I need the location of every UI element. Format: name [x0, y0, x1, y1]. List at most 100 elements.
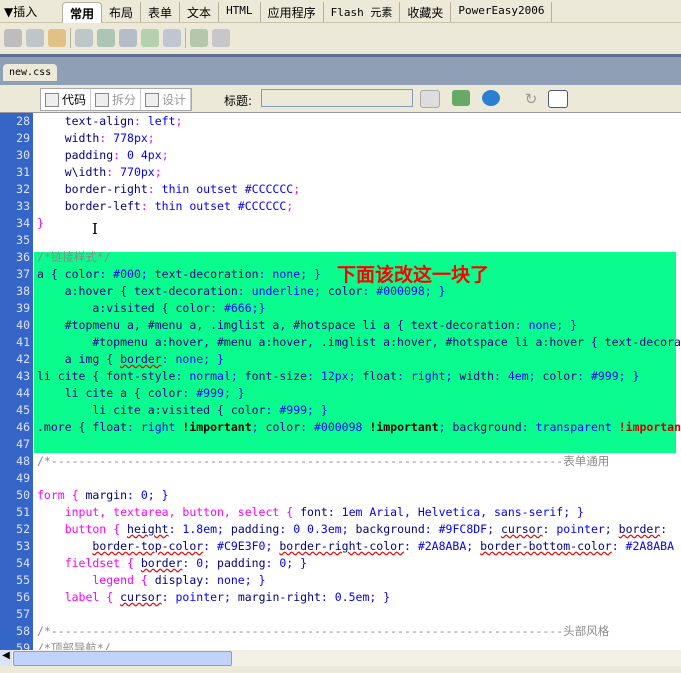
code-token: : #666;} [210, 301, 266, 315]
file-management-icon[interactable] [452, 90, 470, 106]
code-token: color [147, 386, 183, 400]
code-token: border-bottom-color [480, 539, 612, 553]
code-token: background [452, 420, 522, 434]
code-token: 0 4px [127, 148, 162, 162]
code-token: { [113, 522, 128, 536]
line-number: 29 [16, 131, 30, 145]
code-text: li cite a { color: #999; } [37, 385, 245, 402]
code-token: thin outset #CCCCCC [161, 182, 294, 196]
code-view-button[interactable]: 代码 [41, 89, 92, 110]
insert-menu-toggle[interactable]: ▼插入 [4, 3, 37, 20]
code-text: width: 778px; [37, 130, 155, 147]
anchor-icon[interactable] [48, 29, 66, 47]
code-editor[interactable]: 28 text-align: left; 29 width: 778px; 30 p… [0, 113, 681, 650]
comment-icon[interactable] [163, 29, 181, 47]
code-token: height [127, 522, 169, 536]
code-token: : 1em Arial, Helvetica, sans-serif; } [327, 505, 584, 519]
code-token: !important [369, 420, 439, 434]
refresh-icon[interactable]: ↻ [522, 90, 540, 108]
code-token: : normal; [175, 369, 245, 383]
line-number: 41 [16, 335, 30, 349]
line-number: 49 [16, 471, 30, 485]
code-token: ; [154, 165, 162, 179]
document-tab[interactable]: new.css [3, 64, 58, 81]
insert-tab[interactable]: 文本 [180, 2, 220, 22]
code-text: /*顶部导航*/ [37, 640, 111, 650]
code-token: : 0 0.3em; [279, 522, 356, 536]
line-number: 31 [16, 165, 30, 179]
code-token: a:visited { [37, 301, 176, 315]
split-view-label: 拆分 [112, 93, 137, 107]
code-token: : #C9E3F0; [203, 539, 280, 553]
code-token: border [140, 556, 183, 570]
insert-tab[interactable]: 常用 [62, 2, 103, 23]
document-tab-band [0, 54, 681, 87]
code-text: a img { border: none; } [37, 351, 224, 368]
view-options-icon[interactable] [548, 90, 568, 108]
code-token: font [300, 505, 328, 519]
code-token: w\idth [37, 165, 107, 179]
insert-tab[interactable]: 收藏夹 [400, 2, 452, 22]
code-token: legend [37, 573, 141, 587]
preview-globe-icon[interactable] [482, 90, 500, 106]
insert-tab[interactable]: HTML [219, 2, 261, 22]
split-view-button[interactable]: 拆分 [91, 89, 142, 110]
tag-chooser-icon[interactable] [212, 29, 230, 47]
code-token: : underline; [237, 284, 328, 298]
hyperlink-icon[interactable] [4, 29, 22, 47]
code-token: border-top-color [92, 539, 204, 553]
code-text: li cite { font-style: normal; font-size:… [37, 368, 639, 385]
browser-check-icon[interactable] [420, 90, 440, 108]
code-token: text-decoration [410, 318, 515, 332]
code-token: .more { [37, 420, 93, 434]
date-icon[interactable] [141, 29, 159, 47]
code-token: !important [182, 420, 252, 434]
insert-tab[interactable]: 应用程序 [261, 2, 324, 22]
code-token: color [175, 301, 211, 315]
code-text: label { cursor: pointer; margin-right: 0… [37, 589, 390, 606]
code-token: : #999; } [182, 386, 245, 400]
title-label: 标题: [224, 94, 253, 108]
insert-tab[interactable]: 布局 [102, 2, 142, 22]
design-view-button[interactable]: 设计 [141, 89, 192, 110]
email-icon[interactable] [26, 29, 44, 47]
line-number: 43 [16, 369, 30, 383]
code-text: li cite a:visited { color: #999; } [37, 402, 327, 419]
code-token: thin outset #CCCCCC [154, 199, 287, 213]
insert-tab[interactable]: PowerEasy2006 [451, 2, 553, 22]
line-number: 53 [16, 539, 30, 553]
code-text: border-left: thin outset #CCCCCC; [37, 198, 294, 215]
code-token: margin-right [237, 590, 321, 604]
code-token: ; [175, 114, 183, 128]
line-number: 47 [16, 437, 30, 451]
code-token: : #000098 [300, 420, 370, 434]
code-token: } [37, 216, 44, 230]
code-text: } [37, 215, 44, 232]
code-token: : [147, 182, 162, 196]
line-number: 59 [16, 641, 30, 650]
code-token: 770px [120, 165, 155, 179]
code-text: button { height: 1.8em; padding: 0 0.3em… [37, 521, 667, 538]
code-token: li cite a:visited { [37, 403, 231, 417]
media-icon[interactable] [119, 29, 137, 47]
code-token: color [265, 420, 301, 434]
code-token: background [355, 522, 425, 536]
code-token: font-size [244, 369, 308, 383]
scroll-left-arrow-icon[interactable]: ◀ [0, 650, 12, 666]
code-token: padding [217, 556, 266, 570]
table-icon[interactable] [75, 29, 93, 47]
title-input[interactable] [261, 89, 413, 107]
code-text: text-align: left; [37, 113, 183, 130]
code-token: ; [251, 420, 266, 434]
code-token: /*--------------------------------------… [37, 624, 610, 638]
template-icon[interactable] [190, 29, 208, 47]
insert-bar: ▼插入 常用 布局 表单 文本 HTML 应用程序 Flash 元素 收藏夹 PowerEasy… [0, 0, 681, 23]
scrollbar-thumb[interactable] [13, 651, 232, 666]
insert-tab[interactable]: 表单 [141, 2, 181, 22]
line-number: 42 [16, 352, 30, 366]
code-token: a img { [37, 352, 121, 366]
image-icon[interactable] [97, 29, 115, 47]
code-token: /*--------------------------------------… [37, 454, 610, 468]
code-text: border-right: thin outset #CCCCCC; [37, 181, 300, 198]
insert-tab[interactable]: Flash 元素 [324, 2, 401, 22]
